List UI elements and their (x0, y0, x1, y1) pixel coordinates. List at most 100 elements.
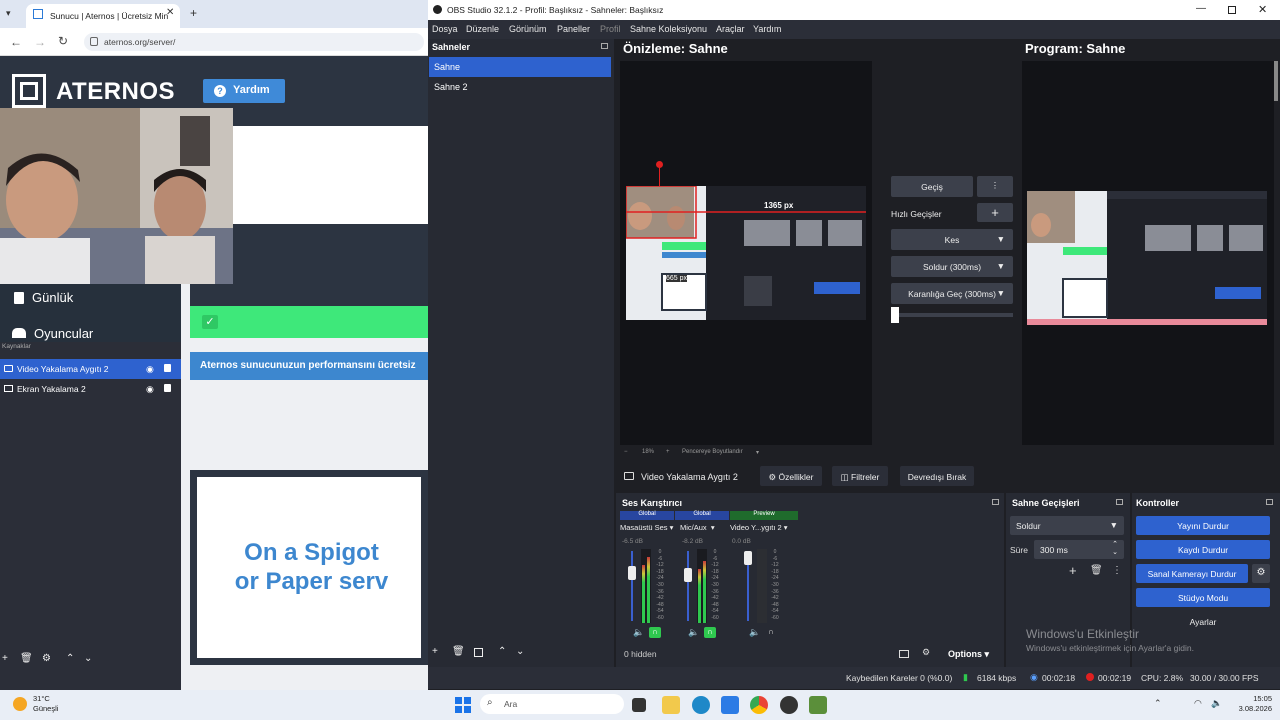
fade-button[interactable]: Soldur (300ms) ▼ (891, 256, 1013, 277)
duration-spinbox[interactable]: 300 ms ⌃ ⌄ (1034, 540, 1124, 559)
undock-icon[interactable] (992, 499, 999, 505)
menu-edit[interactable]: Düzenle (466, 24, 499, 34)
zoom-out-icon[interactable]: − (624, 449, 628, 455)
mixer-layout-icon[interactable] (899, 650, 909, 658)
url-field[interactable]: aternos.org/server/ (84, 33, 424, 51)
headphones-icon[interactable]: ∩ (649, 627, 661, 638)
channel-name[interactable]: Mic/Aux ▾ (680, 523, 715, 532)
fit-label[interactable]: Pencereye Boyutlandır (682, 449, 743, 455)
edge-icon[interactable] (692, 696, 710, 714)
menu-scene-collection[interactable]: Sahne Koleksiyonu (630, 24, 707, 34)
properties-button[interactable]: ⚙ Özellikler (760, 466, 822, 486)
add-quick-transition-button[interactable]: + (977, 203, 1013, 222)
volume-fader-track[interactable] (631, 551, 633, 621)
fade-black-button[interactable]: Karanlığa Geç (300ms) ▼ (891, 283, 1013, 304)
virtualcam-settings-button[interactable]: ⚙ (1252, 564, 1270, 583)
down-icon[interactable]: ⌄ (516, 646, 524, 657)
start-icon[interactable] (455, 697, 471, 713)
tbar-handle[interactable] (891, 307, 899, 323)
transition-menu-button[interactable]: ⋮ (977, 176, 1013, 197)
task-view-icon[interactable] (632, 698, 646, 712)
back-icon[interactable]: ← (10, 35, 22, 49)
forward-icon[interactable]: → (34, 35, 46, 49)
mixer-settings-icon[interactable]: ⚙ (922, 647, 930, 658)
spinner-icon[interactable]: ⌃ ⌄ (1112, 541, 1118, 557)
network-icon[interactable]: ◠ (1194, 698, 1202, 709)
speaker-icon[interactable]: 🔈 (688, 627, 699, 638)
stop-virtualcam-button[interactable]: Sanal Kamerayı Durdur (1136, 564, 1248, 583)
minimize-button[interactable]: — (1196, 3, 1206, 14)
maximize-button[interactable] (1228, 6, 1236, 14)
browser-tab[interactable]: Sunucu | Aternos | Ücretsiz Min (26, 4, 180, 28)
volume-fader-handle[interactable] (628, 566, 636, 580)
taskbar-search[interactable]: Ara (480, 694, 624, 714)
trash-icon[interactable]: 🗑 (1090, 565, 1103, 576)
trash-icon[interactable]: 🗑 (20, 653, 33, 664)
eye-icon[interactable]: ◉ (146, 364, 154, 375)
weather-widget[interactable]: 31°C Güneşli (33, 694, 58, 714)
performance-banner[interactable]: Aternos sunucunuzun performansını ücrets… (190, 352, 428, 380)
lock-icon[interactable] (164, 364, 171, 372)
clock[interactable]: 15:05 3.08.2026 (1226, 694, 1272, 714)
volume-icon[interactable]: 🔈 (1211, 698, 1222, 709)
headphones-icon[interactable]: ∩ (765, 627, 777, 638)
transition-button[interactable]: Geçiş (891, 176, 973, 197)
add-transition-icon[interactable]: + (1069, 563, 1077, 578)
trash-icon[interactable]: 🗑 (452, 646, 465, 657)
up-icon[interactable]: ⌃ (66, 653, 74, 664)
add-source-icon[interactable]: + (2, 653, 8, 664)
undock-icon[interactable] (1266, 499, 1273, 505)
up-icon[interactable]: ⌃ (498, 646, 506, 657)
stop-stream-button[interactable]: Yayını Durdur (1136, 516, 1270, 535)
tbar-track[interactable] (891, 313, 1013, 317)
site-info-icon[interactable] (90, 37, 98, 46)
volume-fader-handle[interactable] (684, 568, 692, 582)
nav-item-players[interactable]: Oyuncular (12, 326, 93, 341)
menu-file[interactable]: Dosya (432, 24, 458, 34)
chrome-icon[interactable] (750, 696, 768, 714)
speaker-icon[interactable]: 🔈 (749, 627, 760, 638)
tab-list-button[interactable]: ▾ (6, 8, 20, 22)
menu-help[interactable]: Yardım (753, 24, 781, 34)
deactivate-button[interactable]: Devredışı Bırak (900, 466, 974, 486)
new-tab-button[interactable]: + (190, 6, 197, 20)
scene-item[interactable]: Sahne 2 (429, 77, 611, 97)
reload-icon[interactable]: ↻ (58, 34, 68, 48)
filter-icon[interactable] (474, 648, 483, 657)
close-button[interactable]: ✕ (1258, 3, 1267, 16)
zoom-in-icon[interactable]: + (666, 449, 670, 455)
fit-dropdown-icon[interactable]: ▾ (756, 449, 759, 456)
studio-mode-button[interactable]: Stüdyo Modu (1136, 588, 1270, 607)
minecraft-icon[interactable] (809, 696, 827, 714)
scene-item[interactable]: Sahne (429, 57, 611, 77)
menu-tools[interactable]: Araçlar (716, 24, 745, 34)
more-icon[interactable]: ⋮ (1112, 565, 1122, 576)
transition-select[interactable]: Soldur ▼ (1010, 516, 1124, 535)
cut-button[interactable]: Kes ▼ (891, 229, 1013, 250)
menu-docks[interactable]: Paneller (557, 24, 590, 34)
nav-item-log[interactable]: Günlük (14, 290, 73, 305)
menu-view[interactable]: Görünüm (509, 24, 547, 34)
channel-name[interactable]: Masaüstü Ses ▾ (620, 523, 673, 532)
obs-taskbar-icon[interactable] (780, 696, 798, 714)
filters-button[interactable]: ◫ Filtreler (832, 466, 888, 486)
store-icon[interactable] (721, 696, 739, 714)
undock-icon[interactable] (1116, 499, 1123, 505)
speaker-icon[interactable]: 🔈 (633, 627, 644, 638)
undock-icon[interactable] (601, 43, 608, 49)
add-scene-icon[interactable]: + (432, 646, 438, 657)
program-scrollbar[interactable] (1274, 61, 1278, 101)
file-explorer-icon[interactable] (662, 696, 680, 714)
headphones-icon[interactable]: ∩ (704, 627, 716, 638)
lock-icon[interactable] (164, 384, 171, 392)
menu-profile[interactable]: Profil (600, 24, 621, 34)
down-icon[interactable]: ⌄ (84, 653, 92, 664)
gear-icon[interactable]: ⚙ (42, 653, 51, 664)
tray-chevron-icon[interactable]: ⌃ (1154, 698, 1162, 709)
close-tab-icon[interactable]: ✕ (166, 7, 174, 18)
mixer-options-button[interactable]: Options ▾ (948, 649, 989, 660)
channel-name[interactable]: Video Y...ygıtı 2 ▾ (730, 523, 788, 532)
stop-recording-button[interactable]: Kaydı Durdur (1136, 540, 1270, 559)
volume-fader-handle[interactable] (744, 551, 752, 565)
eye-icon[interactable]: ◉ (146, 384, 154, 395)
